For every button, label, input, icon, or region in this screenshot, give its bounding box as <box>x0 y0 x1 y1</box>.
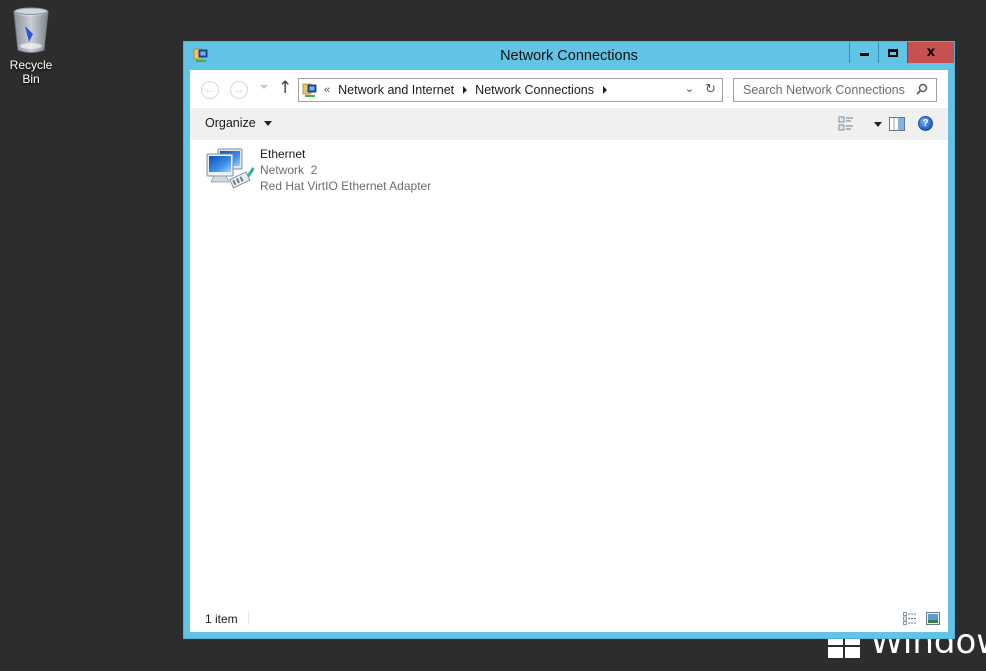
network-connections-icon <box>302 83 317 97</box>
forward-arrow-icon: → <box>233 84 245 96</box>
item-name: Ethernet <box>260 147 306 161</box>
chevron-down-icon <box>263 120 272 126</box>
change-view-icon[interactable] <box>838 116 854 132</box>
maximize-icon <box>888 48 898 57</box>
title-bar[interactable]: Network Connections x <box>184 42 954 70</box>
address-history-dropdown[interactable]: ⌄ <box>685 82 694 95</box>
search-input[interactable]: Search Network Connections <box>733 78 937 102</box>
item-count: 1 item <box>205 612 238 626</box>
large-icons-view-icon[interactable] <box>926 612 940 625</box>
caption-buttons: x <box>849 42 954 63</box>
details-view-icon[interactable] <box>903 612 917 625</box>
network-connections-window: Network Connections x ← → ↑ « Network an… <box>183 41 955 639</box>
organize-label: Organize <box>205 116 256 130</box>
item-network: Network 2 <box>260 163 318 177</box>
item-adapter: Red Hat VirtIO Ethernet Adapter <box>260 179 432 193</box>
breadcrumb-network-connections[interactable]: Network Connections <box>475 83 594 97</box>
status-divider <box>248 611 249 625</box>
help-icon[interactable]: ? <box>918 116 933 131</box>
minimize-button[interactable] <box>849 42 878 63</box>
search-placeholder: Search Network Connections <box>743 83 905 97</box>
desktop-icon-label: Recycle Bin <box>9 58 53 86</box>
breadcrumb-network-and-internet[interactable]: Network and Internet <box>338 83 454 97</box>
search-icon[interactable] <box>916 83 928 95</box>
forward-button[interactable]: → <box>230 81 248 99</box>
organize-button[interactable]: Organize <box>205 116 272 130</box>
recent-locations-dropdown[interactable] <box>260 85 268 89</box>
status-bar: 1 item <box>190 606 948 632</box>
up-button[interactable]: ↑ <box>278 78 292 98</box>
window-title: Network Connections <box>500 48 638 64</box>
maximize-button[interactable] <box>878 42 907 63</box>
address-bar[interactable]: « Network and Internet Network Connectio… <box>298 78 723 102</box>
close-icon: x <box>926 45 936 60</box>
ethernet-connection-icon <box>206 148 255 189</box>
navigation-bar: ← → ↑ « Network and Internet Network Con… <box>190 70 948 108</box>
breadcrumb-overflow[interactable]: « <box>324 84 330 96</box>
back-button[interactable]: ← <box>201 81 219 99</box>
close-button[interactable]: x <box>907 42 954 63</box>
file-list: Ethernet Network 2 Red Hat VirtIO Ethern… <box>190 140 948 606</box>
explorer-client-area: ← → ↑ « Network and Internet Network Con… <box>190 70 948 632</box>
list-item[interactable]: Ethernet Network 2 Red Hat VirtIO Ethern… <box>204 146 431 196</box>
recycle-bin-icon <box>13 7 49 53</box>
command-bar: Organize ? <box>190 108 948 140</box>
breadcrumb-separator-icon[interactable] <box>463 86 468 94</box>
minimize-icon <box>859 53 869 56</box>
refresh-button[interactable]: ↻ <box>705 82 716 97</box>
back-arrow-icon: ← <box>204 84 216 96</box>
breadcrumb-separator-icon[interactable] <box>602 86 607 94</box>
more-options-dropdown[interactable] <box>874 122 882 127</box>
desktop-icon-recycle-bin[interactable]: Recycle Bin <box>0 4 62 86</box>
preview-pane-icon[interactable] <box>889 116 905 132</box>
